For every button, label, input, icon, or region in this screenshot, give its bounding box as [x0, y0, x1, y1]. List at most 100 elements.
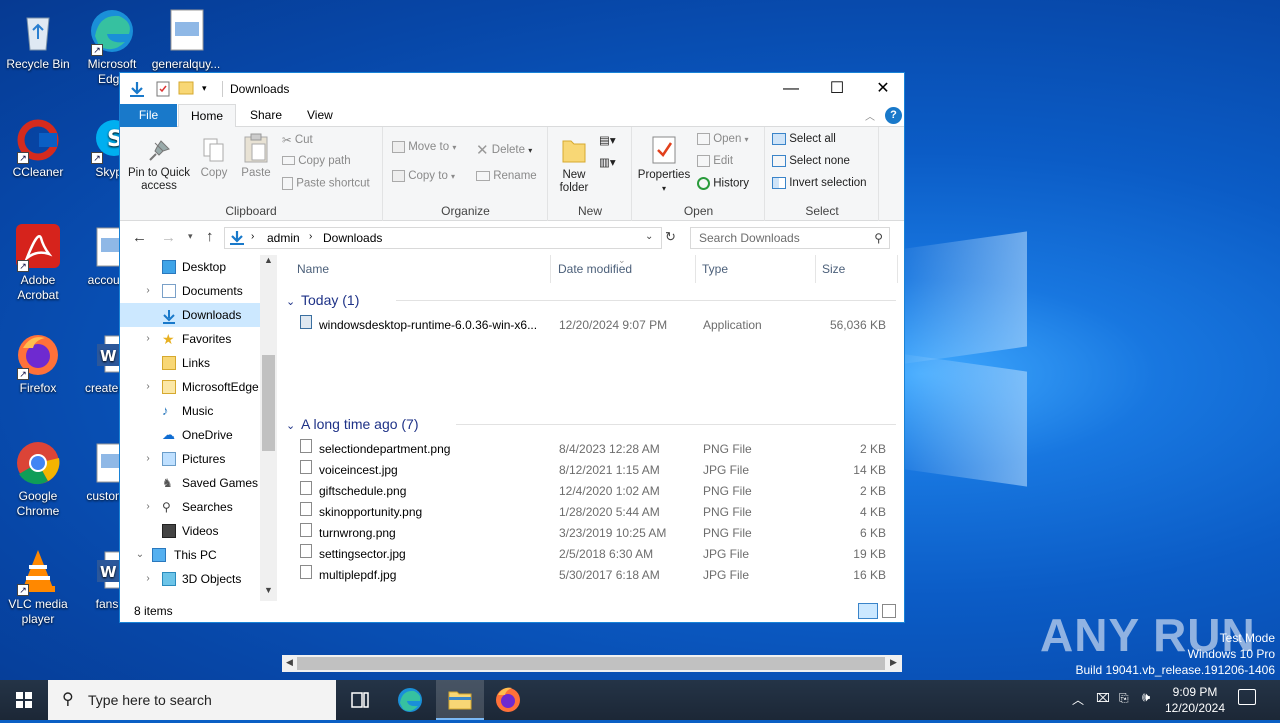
nav-item-documents[interactable]: › Documents [120, 279, 260, 303]
copy-button[interactable]: Copy [199, 137, 229, 180]
scroll-thumb[interactable] [297, 657, 885, 670]
invert-selection-button[interactable]: Invert selection [772, 177, 867, 189]
expand-chevron-icon[interactable]: › [142, 495, 154, 519]
file-row[interactable]: turnwrong.png 3/23/2019 10:25 AM PNG File 6… [278, 523, 898, 544]
help-icon[interactable]: ? [885, 107, 902, 124]
nav-item-searches[interactable]: › ⚲ Searches [120, 495, 260, 519]
nav-item-pictures[interactable]: › Pictures [120, 447, 260, 471]
tab-share[interactable]: Share [238, 104, 294, 127]
group-header-today[interactable]: ⌄ Today (1) [286, 291, 896, 311]
expand-chevron-icon[interactable]: › [142, 279, 154, 303]
taskbar-explorer-button[interactable] [436, 680, 484, 720]
horizontal-scrollbar[interactable]: ◀ ▶ [282, 655, 902, 672]
expand-chevron-icon[interactable]: › [142, 447, 154, 471]
navigation-scrollbar[interactable]: ▲ ▼ [260, 255, 277, 601]
desktop-icon-recycle-bin[interactable]: Recycle Bin [0, 8, 76, 72]
notifications-icon[interactable] [1238, 689, 1256, 705]
search-input[interactable]: Search Downloads ⚲ [690, 227, 890, 249]
collapse-chevron-icon[interactable]: ⌄ [134, 543, 146, 567]
address-dropdown-icon[interactable]: ⌄ [645, 231, 653, 242]
new-item-button[interactable]: ▤▾ [599, 133, 616, 147]
desktop-icon-adobe-acrobat[interactable]: ↗ Adobe Acrobat [0, 224, 76, 303]
file-row[interactable]: windowsdesktop-runtime-6.0.36-win-x6... 1… [278, 315, 898, 336]
desktop-icon-google-chrome[interactable]: Google Chrome [0, 440, 76, 519]
customize-toolbar-icon[interactable]: ▾ [202, 83, 207, 94]
open-button[interactable]: Open ▾ [697, 133, 749, 145]
start-button[interactable] [0, 680, 48, 720]
copy-to-button[interactable]: Copy to ▾ [392, 170, 455, 182]
task-view-button[interactable] [336, 680, 384, 720]
paste-shortcut-button[interactable]: Paste shortcut [282, 177, 370, 190]
cut-button[interactable]: ✂ Cut [282, 133, 313, 147]
recent-locations-icon[interactable]: ▾ [188, 231, 193, 242]
desktop-icon-firefox[interactable]: ↗ Firefox [0, 332, 76, 396]
breadcrumb-admin[interactable]: admin [267, 231, 300, 245]
rename-button[interactable]: Rename [476, 170, 537, 182]
maximize-button[interactable]: ☐ [814, 73, 860, 104]
tab-home[interactable]: Home [178, 104, 237, 128]
file-row[interactable]: settingsector.jpg 2/5/2018 6:30 AM JPG Fil… [278, 544, 898, 565]
tab-file[interactable]: File [120, 104, 177, 127]
file-list[interactable]: Name ⌄ Date modified Type Size ⌄ Today (… [278, 255, 905, 672]
nav-item-videos[interactable]: Videos [120, 519, 260, 543]
up-arrow-icon[interactable]: ↑ [206, 228, 214, 245]
properties-quick-icon[interactable] [156, 81, 170, 100]
properties-button[interactable]: Properties ▾ [637, 135, 691, 195]
new-folder-quick-icon[interactable] [178, 81, 194, 98]
device-icon[interactable]: ⌧ [1096, 691, 1110, 705]
paste-button[interactable]: Paste [239, 133, 273, 180]
large-icons-view-icon[interactable] [882, 604, 896, 618]
nav-item-3d-objects[interactable]: › 3D Objects [120, 567, 260, 591]
file-row[interactable]: multiplepdf.jpg 5/30/2017 6:18 AM JPG File… [278, 565, 898, 586]
breadcrumb-downloads[interactable]: Downloads [323, 231, 382, 245]
scroll-down-icon[interactable]: ▼ [264, 585, 273, 595]
file-explorer-window[interactable]: ▾ Downloads — ☐ ✕ File Home Share View ︿… [119, 72, 905, 672]
close-button[interactable]: ✕ [860, 73, 906, 104]
nav-item-desktop[interactable]: Desktop [120, 255, 260, 279]
volume-icon[interactable]: 🕪 [1142, 690, 1150, 705]
column-header-name[interactable]: Name [297, 255, 551, 283]
pin-to-quick-access-button[interactable]: Pin to Quick access [126, 139, 192, 193]
expand-chevron-icon[interactable]: › [142, 567, 154, 591]
nav-item-links[interactable]: Links [120, 351, 260, 375]
back-arrow-icon[interactable]: ← [132, 229, 147, 246]
details-view-icon[interactable] [858, 603, 878, 619]
desktop-icon-ccleaner[interactable]: ↗ CCleaner [0, 116, 76, 180]
group-header-older[interactable]: ⌄ A long time ago (7) [286, 415, 896, 435]
desktop-icon-image-file[interactable]: generalquy... [148, 8, 224, 72]
refresh-icon[interactable]: ↻ [665, 229, 676, 245]
file-row[interactable]: skinopportunity.png 1/28/2020 5:44 AM PNG … [278, 502, 898, 523]
title-bar[interactable]: ▾ Downloads — ☐ ✕ [120, 73, 904, 104]
scroll-left-icon[interactable]: ◀ [286, 657, 293, 668]
scroll-thumb[interactable] [262, 355, 275, 451]
history-button[interactable]: History [697, 177, 749, 190]
nav-item-microsoftedge[interactable]: › MicrosoftEdge [120, 375, 260, 399]
copy-path-button[interactable]: Copy path [282, 155, 351, 167]
select-none-button[interactable]: Select none [772, 155, 850, 167]
navigation-pane[interactable]: Desktop › Documents Downloads › ★ Favorites… [120, 255, 277, 601]
column-header-size[interactable]: Size [822, 255, 898, 283]
nav-item-saved-games[interactable]: ♞ Saved Games [120, 471, 260, 495]
forward-arrow-icon[interactable]: → [161, 229, 176, 246]
nav-item-downloads[interactable]: Downloads [120, 303, 260, 327]
edit-button[interactable]: Edit [697, 155, 733, 167]
show-hidden-icons-icon[interactable]: ︿ [1072, 691, 1084, 708]
taskbar-search-box[interactable]: ⚲ Type here to search [48, 680, 336, 720]
nav-item-favorites[interactable]: › ★ Favorites [120, 327, 260, 351]
expand-chevron-icon[interactable]: › [142, 375, 154, 399]
select-all-button[interactable]: Select all [772, 133, 836, 145]
column-header-type[interactable]: Type [702, 255, 816, 283]
file-row[interactable]: giftschedule.png 12/4/2020 1:02 AM PNG Fil… [278, 481, 898, 502]
collapse-ribbon-icon[interactable]: ︿ [865, 108, 875, 123]
taskbar-edge-button[interactable] [386, 680, 434, 720]
tab-view[interactable]: View [295, 104, 345, 127]
column-header-date[interactable]: Date modified [558, 255, 696, 283]
scroll-up-icon[interactable]: ▲ [264, 255, 273, 265]
desktop-icon-vlc[interactable]: ↗ VLC media player [0, 548, 76, 627]
new-folder-button[interactable]: New folder [555, 135, 593, 195]
nav-item-this-pc[interactable]: ⌄ This PC [120, 543, 260, 567]
network-icon[interactable]: ⎘ [1119, 691, 1129, 706]
easy-access-button[interactable]: ▥▾ [599, 155, 616, 169]
minimize-button[interactable]: — [768, 73, 814, 104]
file-row[interactable]: selectiondepartment.png 8/4/2023 12:28 AM… [278, 439, 898, 460]
